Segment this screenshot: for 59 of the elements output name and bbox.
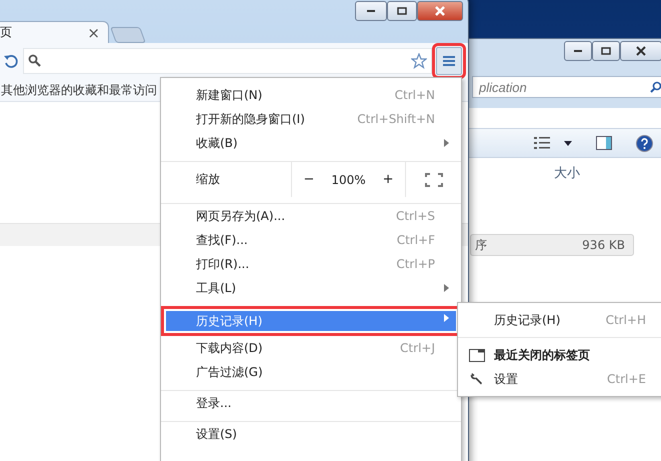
shortcut: Ctrl+Shift+N [357, 112, 435, 126]
menu-item[interactable]: 收藏(B) [161, 131, 461, 155]
reload-icon[interactable] [3, 53, 19, 69]
menu-item-label: 缩放 [195, 171, 221, 188]
star-icon[interactable] [411, 53, 427, 69]
minimize-button[interactable] [355, 1, 387, 21]
shortcut: Ctrl+F [396, 233, 435, 247]
minimize-icon [573, 49, 583, 53]
close-button[interactable] [417, 1, 463, 21]
zoom-level: 100% [331, 172, 366, 186]
menu-item[interactable]: 打印(R)... Ctrl+P [161, 252, 461, 276]
zoom-out-button[interactable]: − [297, 172, 320, 187]
close-icon [434, 6, 446, 16]
shortcut: Ctrl+N [394, 88, 435, 102]
help-icon[interactable] [636, 134, 653, 152]
shortcut: Ctrl+J [400, 341, 435, 355]
minimize-button[interactable] [564, 41, 592, 61]
menu-item[interactable]: 工具(L) [161, 276, 461, 300]
maximize-button[interactable] [387, 1, 417, 21]
menu-item[interactable]: 新建窗口(N) Ctrl+N [161, 83, 461, 107]
bookmark-bar-text: 其他浏览器的收藏和最常访问 [1, 82, 157, 98]
wrench-icon [470, 372, 484, 386]
close-button[interactable] [620, 41, 661, 61]
menu-item[interactable]: 下载内容(D) Ctrl+J [161, 336, 461, 360]
fullscreen-icon[interactable] [424, 172, 442, 186]
menu-item[interactable]: 设置(S) [161, 422, 461, 446]
menu-item[interactable]: 打开新的隐身窗口(I) Ctrl+Shift+N [161, 107, 461, 131]
menu-item[interactable]: 广告过滤(G) [161, 360, 461, 384]
menu-icon [443, 55, 455, 67]
close-icon [635, 46, 647, 56]
search-field[interactable]: plication [472, 76, 661, 98]
tab-close-button[interactable]: × [87, 24, 100, 42]
file-size: 936 KB [582, 238, 625, 252]
shortcut: Ctrl+S [396, 209, 435, 223]
file-row[interactable]: 序 936 KB [470, 234, 634, 256]
tab-icon [469, 348, 485, 362]
search-icon [28, 54, 42, 68]
shortcut: Ctrl+H [606, 313, 646, 327]
dropdown-caret-icon[interactable] [564, 140, 572, 146]
shortcut: Ctrl+E [607, 372, 646, 386]
menu-item[interactable]: 最近关闭的标签页 [458, 343, 661, 367]
search-icon [650, 81, 661, 93]
zoom-in-button[interactable]: + [376, 172, 400, 187]
column-header[interactable]: 大小 [554, 164, 580, 182]
menu-item[interactable]: 设置 Ctrl+E [458, 367, 661, 391]
view-list-icon[interactable] [534, 137, 550, 149]
maximize-icon [397, 7, 407, 15]
menu-item[interactable]: 查找(F)... Ctrl+F [161, 228, 461, 252]
menu-item[interactable]: 登录... [161, 391, 461, 415]
file-name: 序 [475, 236, 487, 254]
browser-tab[interactable]: 页 × [0, 21, 109, 43]
preview-pane-icon[interactable] [596, 136, 612, 150]
menu-item[interactable]: 历史记录(H) Ctrl+H [458, 308, 661, 332]
minimize-icon [366, 9, 376, 13]
shortcut: Ctrl+P [396, 257, 435, 271]
menu-item[interactable]: 网页另存为(A)... Ctrl+S [161, 204, 461, 228]
maximize-icon [601, 47, 611, 55]
maximize-button[interactable] [592, 41, 620, 61]
tab-title: 页 [0, 24, 12, 41]
